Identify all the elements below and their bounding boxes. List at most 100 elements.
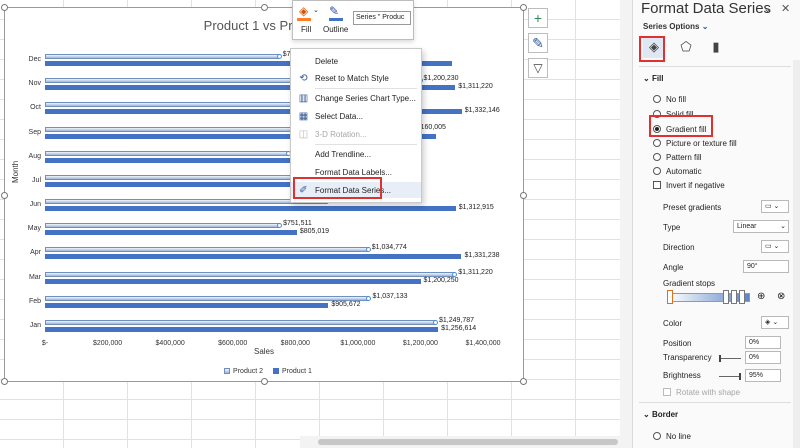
bar-product1[interactable] <box>45 206 456 212</box>
pane-scrollbar[interactable] <box>793 60 800 448</box>
bar-product2[interactable] <box>45 319 436 325</box>
bar-product1[interactable] <box>45 254 462 260</box>
gradient-stop[interactable] <box>723 290 729 304</box>
menu-reset-match-style[interactable]: ⟲ Reset to Match Style <box>291 70 421 86</box>
fill-section-header[interactable]: ⌄ Fill <box>643 74 664 83</box>
slider-thumb[interactable] <box>719 355 721 362</box>
series-selection-handle[interactable] <box>365 247 371 253</box>
radio-pattern-fill[interactable]: Pattern fill <box>653 151 702 163</box>
outline-pen-icon[interactable]: ✎ <box>329 4 339 18</box>
sheet-vertical-scrollbar[interactable] <box>620 0 632 448</box>
menu-delete[interactable]: Delete <box>291 53 421 69</box>
preset-gradients-dropdown[interactable]: ▭ ⌄ <box>761 200 789 213</box>
close-icon[interactable]: ✕ <box>781 2 790 15</box>
gradient-stop[interactable] <box>667 290 673 304</box>
checkbox[interactable] <box>653 181 661 189</box>
chart-resize-handle[interactable] <box>1 192 8 199</box>
outline-button[interactable]: Outline <box>323 25 348 34</box>
chart-resize-handle[interactable] <box>520 192 527 199</box>
bar-product2[interactable] <box>45 54 280 60</box>
bar-product2[interactable] <box>45 295 370 301</box>
bar-product2[interactable] <box>45 199 327 205</box>
series-options-dropdown[interactable]: Series Options ⌄ <box>643 22 708 31</box>
scroll-thumb[interactable] <box>318 439 618 445</box>
radio-no-fill[interactable]: No fill <box>653 93 686 105</box>
radio-picture-fill[interactable]: Picture or texture fill <box>653 137 737 149</box>
series-selection-handle[interactable] <box>366 295 372 301</box>
series-selection-handle[interactable] <box>276 54 282 60</box>
data-label-product2[interactable]: $1,037,133 <box>372 293 407 300</box>
radio-button[interactable] <box>653 153 661 161</box>
chart-resize-handle[interactable] <box>1 378 8 385</box>
chart-resize-handle[interactable] <box>1 4 8 11</box>
series-selection-handle[interactable] <box>433 319 438 325</box>
chart-resize-handle[interactable] <box>261 378 268 385</box>
radio-automatic[interactable]: Automatic <box>653 165 702 177</box>
transparency-input[interactable]: 0% <box>745 351 781 364</box>
bar-product1[interactable] <box>45 302 329 308</box>
data-label-product1[interactable]: $805,019 <box>300 228 329 235</box>
x-axis-title[interactable]: Sales <box>5 347 523 356</box>
fill-button[interactable]: Fill <box>301 25 311 34</box>
type-dropdown[interactable]: Linear ⌄ <box>733 220 789 233</box>
bar-product2[interactable] <box>45 247 369 253</box>
bar-product2[interactable] <box>45 223 281 229</box>
chart-resize-handle[interactable] <box>520 4 527 11</box>
menu-select-data[interactable]: ▦ Select Data... <box>291 108 421 124</box>
series-selection-handle[interactable] <box>277 223 283 229</box>
menu-change-chart-type[interactable]: ▥ Change Series Chart Type... <box>291 90 421 106</box>
chart-title[interactable]: Product 1 vs Product <box>5 18 523 33</box>
fill-bucket-icon[interactable]: ◈ <box>299 4 308 18</box>
bar-product1[interactable] <box>45 278 421 284</box>
chevron-down-icon[interactable]: ⌄ <box>763 2 772 15</box>
color-picker-button[interactable]: ◈ ⌄ <box>761 316 789 329</box>
data-label-product2[interactable]: $751,511 <box>283 220 312 227</box>
bar-product1[interactable] <box>45 326 439 332</box>
transparency-slider[interactable] <box>719 358 741 359</box>
chart-elements-button[interactable]: + <box>528 8 548 28</box>
bar-product2[interactable] <box>45 271 456 277</box>
remove-stop-icon[interactable]: ⊗ <box>777 291 785 302</box>
data-label-product1[interactable]: $905,672 <box>331 301 360 308</box>
radio-button[interactable] <box>653 167 661 175</box>
checkbox-invert[interactable]: Invert if negative <box>653 179 725 191</box>
data-label-product2[interactable]: $1,249,787 <box>439 317 474 324</box>
data-label-product1[interactable]: $1,311,220 <box>458 83 493 90</box>
data-label-product2[interactable]: $1,311,220 <box>458 269 493 276</box>
chart-filters-button[interactable]: ▽ <box>528 58 548 78</box>
bar-product1[interactable] <box>45 230 297 236</box>
chart-resize-handle[interactable] <box>261 4 268 11</box>
radio-button[interactable] <box>653 432 661 440</box>
direction-dropdown[interactable]: ▭ ⌄ <box>761 240 789 253</box>
data-label-product2[interactable]: $1,034,774 <box>372 244 407 251</box>
border-section-header[interactable]: ⌄ Border <box>643 410 678 419</box>
radio-no-line[interactable]: No line <box>653 430 691 442</box>
series-select[interactable]: Series " Produc <box>353 11 411 25</box>
effects-tab-icon[interactable]: ⬠ <box>675 36 697 58</box>
data-label-product1[interactable]: $1,312,915 <box>459 204 494 211</box>
data-label-product2[interactable]: $1,200,230 <box>424 75 459 82</box>
brightness-input[interactable]: 95% <box>745 369 781 382</box>
brightness-slider[interactable] <box>719 376 741 377</box>
chart-resize-handle[interactable] <box>520 378 527 385</box>
add-stop-icon[interactable]: ⊕ <box>757 291 765 302</box>
data-label-product1[interactable]: $1,256,614 <box>441 325 476 332</box>
angle-input[interactable]: 90° <box>743 260 789 273</box>
menu-add-trendline[interactable]: Add Trendline... <box>291 146 421 162</box>
data-label-product1[interactable]: $1,331,238 <box>464 252 499 259</box>
data-label-product1[interactable]: $1,200,250 <box>424 277 459 284</box>
radio-button[interactable] <box>653 95 661 103</box>
chart-legend[interactable]: Product 2 Product 1 <box>5 368 523 375</box>
series-options-tab-icon[interactable]: ▮ <box>705 36 727 58</box>
bar-product1[interactable] <box>45 157 296 163</box>
position-input[interactable]: 0% <box>745 336 781 349</box>
gradient-stops-bar[interactable] <box>668 293 750 302</box>
bar-product2[interactable] <box>45 174 299 180</box>
fill-dropdown-chevron-icon[interactable]: ⌄ <box>313 6 319 14</box>
gradient-stop[interactable] <box>739 290 745 304</box>
data-label-product1[interactable]: $1,332,146 <box>465 107 500 114</box>
slider-thumb[interactable] <box>739 373 741 380</box>
sheet-horizontal-scrollbar[interactable] <box>300 436 632 448</box>
chart-area[interactable]: Product 1 vs Product Month Sales $- $200,… <box>1 4 527 385</box>
gradient-stop[interactable] <box>731 290 737 304</box>
